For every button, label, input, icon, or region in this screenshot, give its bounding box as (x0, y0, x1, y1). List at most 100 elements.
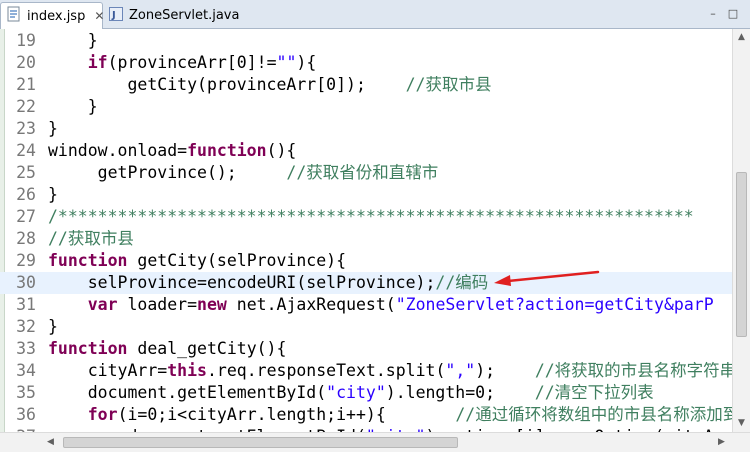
code-line[interactable]: 32} (0, 316, 732, 338)
code-line[interactable]: 26} (0, 184, 732, 206)
code-token: window.onload= (48, 141, 188, 160)
code-line[interactable]: 35 document.getElementById("city").lengt… (0, 382, 732, 404)
code-text: } (48, 30, 98, 52)
line-number: 19 (16, 31, 36, 50)
code-token: ); (475, 361, 535, 380)
code-text: document.getElementById("city").length=0… (48, 382, 654, 404)
horizontal-scroll-thumb[interactable] (63, 437, 458, 448)
scroll-down-icon[interactable]: ▼ (733, 415, 750, 432)
line-number: 20 (16, 53, 36, 72)
code-token: loader= (117, 295, 198, 314)
code-token: .req.responseText.split( (206, 361, 446, 380)
code-text: selProvince=encodeURI(selProvince);//编码 (48, 272, 489, 294)
minimize-button[interactable]: – (704, 5, 722, 23)
code-line[interactable]: 19 } (0, 30, 732, 52)
tab-index-jsp[interactable]: index.jsp ✕ (0, 2, 104, 29)
horizontal-scrollbar[interactable]: ◀ ▶ (0, 432, 750, 452)
code-text: //获取市县 (48, 228, 134, 250)
scroll-up-icon[interactable]: ▲ (733, 29, 750, 46)
line-number: 24 (16, 141, 36, 160)
code-token: getProvince(); (48, 163, 287, 182)
comment-token: //获取市县 (48, 229, 134, 248)
code-text: function getCity(selProvince){ (48, 250, 346, 272)
line-number: 33 (16, 339, 36, 358)
code-token: net.AjaxRequest( (226, 295, 396, 314)
code-token: } (48, 185, 58, 204)
tab-label: index.jsp (27, 8, 86, 24)
keyword-token: this (167, 361, 207, 380)
code-line[interactable]: 22 } (0, 96, 732, 118)
code-line[interactable]: 33 function deal_getCity(){ (0, 338, 732, 360)
code-text: } (48, 184, 58, 206)
line-number: 30 (16, 273, 36, 292)
vertical-scrollbar[interactable]: ▲ ▼ (732, 29, 750, 432)
line-number: 28 (16, 229, 36, 248)
code-token: cityArr= (48, 361, 168, 380)
line-number: 21 (16, 75, 36, 94)
scroll-right-icon[interactable]: ▶ (713, 434, 730, 451)
comment-token: //编码 (435, 273, 489, 292)
code-line[interactable]: 20 if(provinceArr[0]!=""){ (0, 52, 732, 74)
comment-token: //清空下拉列表 (534, 383, 654, 402)
code-token: ).length=0; (385, 383, 535, 402)
code-line[interactable]: 27 /*************************************… (0, 206, 732, 228)
code-line[interactable]: 25 getProvince(); //获取省份和直辖市 (0, 162, 732, 184)
comment-token: //获取省份和直辖市 (286, 163, 439, 182)
code-text: getProvince(); //获取省份和直辖市 (48, 162, 439, 184)
comment-token: //将获取的市县名称字符串分割 (534, 361, 732, 380)
code-editor[interactable]: 19 } 20 if(provinceArr[0]!=""){21 getCity… (0, 29, 732, 432)
vertical-scroll-thumb[interactable] (736, 172, 747, 337)
keyword-token: var (87, 295, 118, 314)
scroll-left-icon[interactable]: ◀ (42, 434, 59, 451)
line-number: 27 (16, 207, 36, 226)
line-number: 26 (16, 185, 36, 204)
code-line[interactable]: 23} (0, 118, 732, 140)
code-text: var loader=new net.AjaxRequest("ZoneServ… (48, 294, 714, 316)
code-line[interactable]: 24 window.onload=function(){ (0, 140, 732, 162)
comment-token: //获取市县 (405, 75, 492, 94)
code-line[interactable]: 36 for(i=0;i<cityArr.length;i++){ //通过循环… (0, 404, 732, 426)
line-number: 35 (16, 383, 36, 402)
keyword-token: if (87, 53, 108, 72)
keyword-token: function (187, 141, 267, 160)
current-line[interactable]: 30 selProvince=encodeURI(selProvince);//… (0, 272, 732, 294)
comment-token: //通过循环将数组中的市县名称添加到下拉 (455, 405, 732, 424)
code-text: /***************************************… (48, 206, 694, 228)
jsp-file-icon (6, 6, 22, 26)
code-text: } (48, 118, 58, 140)
tab-zoneservlet-java[interactable]: J ZoneServlet.java (103, 2, 239, 29)
code-line[interactable]: 28 //获取市县 (0, 228, 732, 250)
line-number: 29 (16, 251, 36, 270)
code-token: (i=0;i<cityArr.length;i++){ (117, 405, 456, 424)
code-token: deal_getCity(){ (127, 339, 287, 358)
svg-text:J: J (111, 10, 116, 21)
code-token: (provinceArr[0]!= (107, 53, 277, 72)
tab-label: ZoneServlet.java (129, 8, 240, 23)
code-token: selProvince=encodeURI(selProvince); (48, 273, 436, 292)
code-token: } (48, 97, 98, 116)
maximize-button[interactable]: □ (724, 5, 742, 23)
code-text: for(i=0;i<cityArr.length;i++){ //通过循环将数组… (48, 404, 732, 426)
code-token: getCity(selProvince){ (127, 251, 347, 270)
comment-token: /***************************************… (48, 207, 694, 226)
code-line[interactable]: 31 var loader=new net.AjaxRequest("ZoneS… (0, 294, 732, 316)
keyword-token: function (48, 339, 128, 358)
code-line[interactable]: 29 function getCity(selProvince){ (0, 250, 732, 272)
line-number: 25 (16, 163, 36, 182)
code-token: ){ (296, 53, 317, 72)
code-text: window.onload=function(){ (48, 140, 296, 162)
line-number: 32 (16, 317, 36, 336)
code-text: } (48, 316, 58, 338)
string-token: "," (445, 361, 476, 380)
code-token: } (48, 31, 98, 50)
code-line[interactable]: 34 cityArr=this.req.responseText.split("… (0, 360, 732, 382)
string-token: "" (276, 53, 297, 72)
code-token: getCity(provinceArr[0]); (48, 75, 406, 94)
line-number: 22 (16, 97, 36, 116)
code-line[interactable]: 21 getCity(provinceArr[0]); //获取市县 (0, 74, 732, 96)
keyword-token: function (48, 251, 128, 270)
line-number: 36 (16, 405, 36, 424)
